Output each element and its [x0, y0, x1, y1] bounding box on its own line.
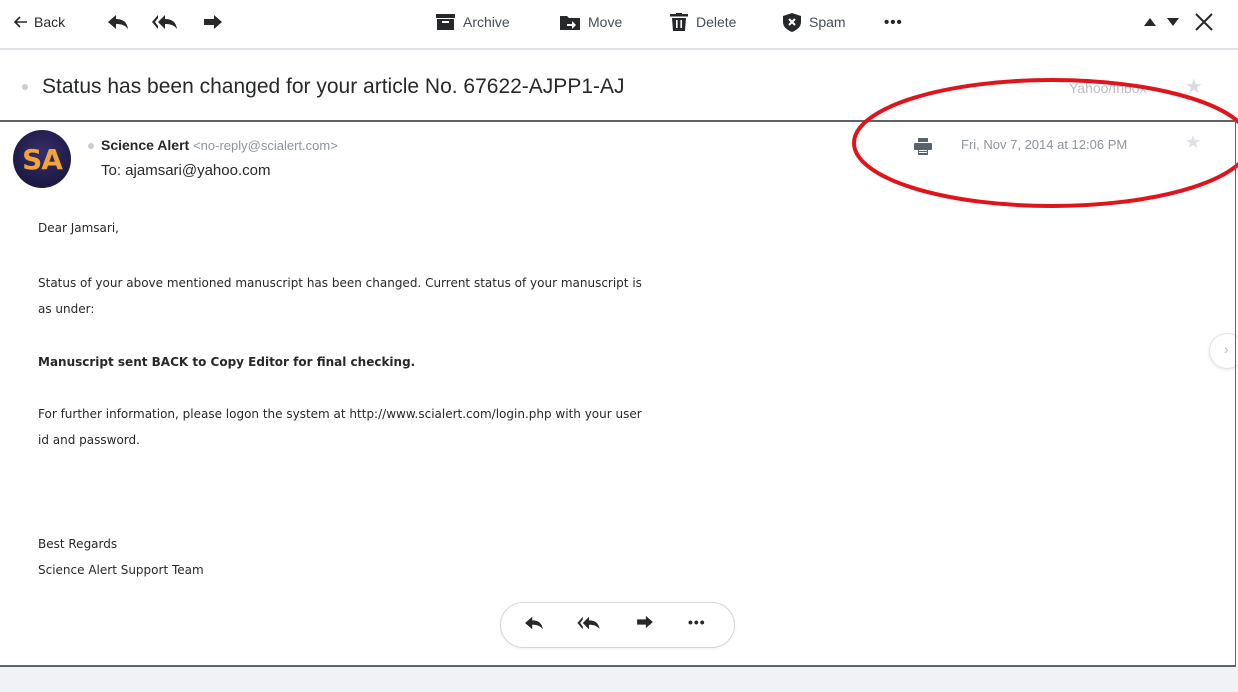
body-paragraph-1-line-2: as under:: [38, 302, 95, 316]
delete-label: Delete: [696, 14, 737, 30]
quick-more-button[interactable]: •••: [688, 614, 706, 630]
recipient-line: To: ajamsari@yahoo.com: [101, 162, 271, 179]
body-paragraph-1-line-1: Status of your above mentioned manuscrip…: [38, 276, 642, 290]
reply-all-icon: [577, 616, 601, 635]
back-button[interactable]: Back: [14, 10, 65, 34]
unread-dot: [22, 84, 28, 90]
message-star-icon[interactable]: ★: [1185, 132, 1201, 153]
move-button[interactable]: Move: [560, 10, 622, 34]
quick-reply-all-button[interactable]: [577, 615, 601, 636]
move-icon: [560, 14, 580, 30]
close-icon: [1195, 13, 1213, 31]
archive-icon: [436, 14, 455, 30]
print-icon[interactable]: [914, 138, 932, 160]
star-icon[interactable]: ★: [1185, 74, 1203, 99]
close-button[interactable]: [1195, 10, 1213, 34]
folder-label[interactable]: Yahoo/Inbox: [1069, 80, 1147, 96]
quick-forward-button[interactable]: [636, 615, 654, 634]
forward-button[interactable]: [203, 10, 223, 34]
spam-button[interactable]: Spam: [783, 10, 846, 34]
reply-button[interactable]: [107, 10, 129, 34]
toolbar-divider: [0, 48, 1238, 50]
previous-message-button[interactable]: [1144, 10, 1156, 34]
next-pane-button[interactable]: ›: [1209, 333, 1238, 369]
archive-label: Archive: [463, 14, 510, 30]
pane-border: [1235, 120, 1236, 667]
trash-icon: [670, 13, 688, 31]
body-paragraph-2-line-2: id and password.: [38, 433, 140, 447]
sender-line: Science Alert <no-reply@scialert.com>: [101, 137, 338, 153]
sender-name[interactable]: Science Alert: [101, 137, 189, 153]
avatar: SA: [13, 130, 71, 188]
message-subject: Status has been changed for your article…: [42, 75, 625, 98]
reply-all-icon: [152, 13, 178, 31]
avatar-initials: SA: [22, 142, 63, 176]
quick-action-bar: •••: [500, 602, 735, 648]
quick-reply-button[interactable]: [524, 615, 544, 636]
message-toolbar: Back Archive Move Delete Spam •••: [0, 0, 1238, 46]
message-datetime: Fri, Nov 7, 2014 at 12:06 PM: [961, 137, 1128, 152]
forward-icon: [203, 14, 223, 30]
arrow-left-icon: [14, 16, 28, 28]
caret-down-icon: [1167, 18, 1179, 26]
reply-all-button[interactable]: [152, 10, 178, 34]
chevron-right-icon: ›: [1224, 341, 1229, 357]
sender-email: <no-reply@scialert.com>: [193, 138, 338, 153]
archive-button[interactable]: Archive: [436, 10, 510, 34]
caret-up-icon: [1144, 18, 1156, 26]
sender-status-dot: [88, 143, 94, 149]
next-message-button[interactable]: [1167, 10, 1179, 34]
closing-regards: Best Regards: [38, 537, 118, 551]
more-actions-button[interactable]: •••: [884, 10, 903, 34]
reply-icon: [524, 616, 544, 635]
shield-icon: [783, 12, 801, 32]
closing-signature: Science Alert Support Team: [38, 563, 204, 577]
spam-label: Spam: [809, 14, 846, 30]
reply-icon: [107, 13, 129, 31]
body-paragraph-2-line-1: For further information, please logon th…: [38, 407, 642, 421]
subject-row: Status has been changed for your article…: [0, 64, 1238, 112]
header-divider: [0, 120, 1236, 122]
move-label: Move: [588, 14, 623, 30]
footer-strip: [0, 667, 1238, 692]
forward-icon: [636, 615, 654, 633]
greeting: Dear Jamsari,: [38, 221, 119, 235]
back-label: Back: [34, 14, 66, 30]
status-line: Manuscript sent BACK to Copy Editor for …: [38, 355, 416, 369]
delete-button[interactable]: Delete: [670, 10, 736, 34]
